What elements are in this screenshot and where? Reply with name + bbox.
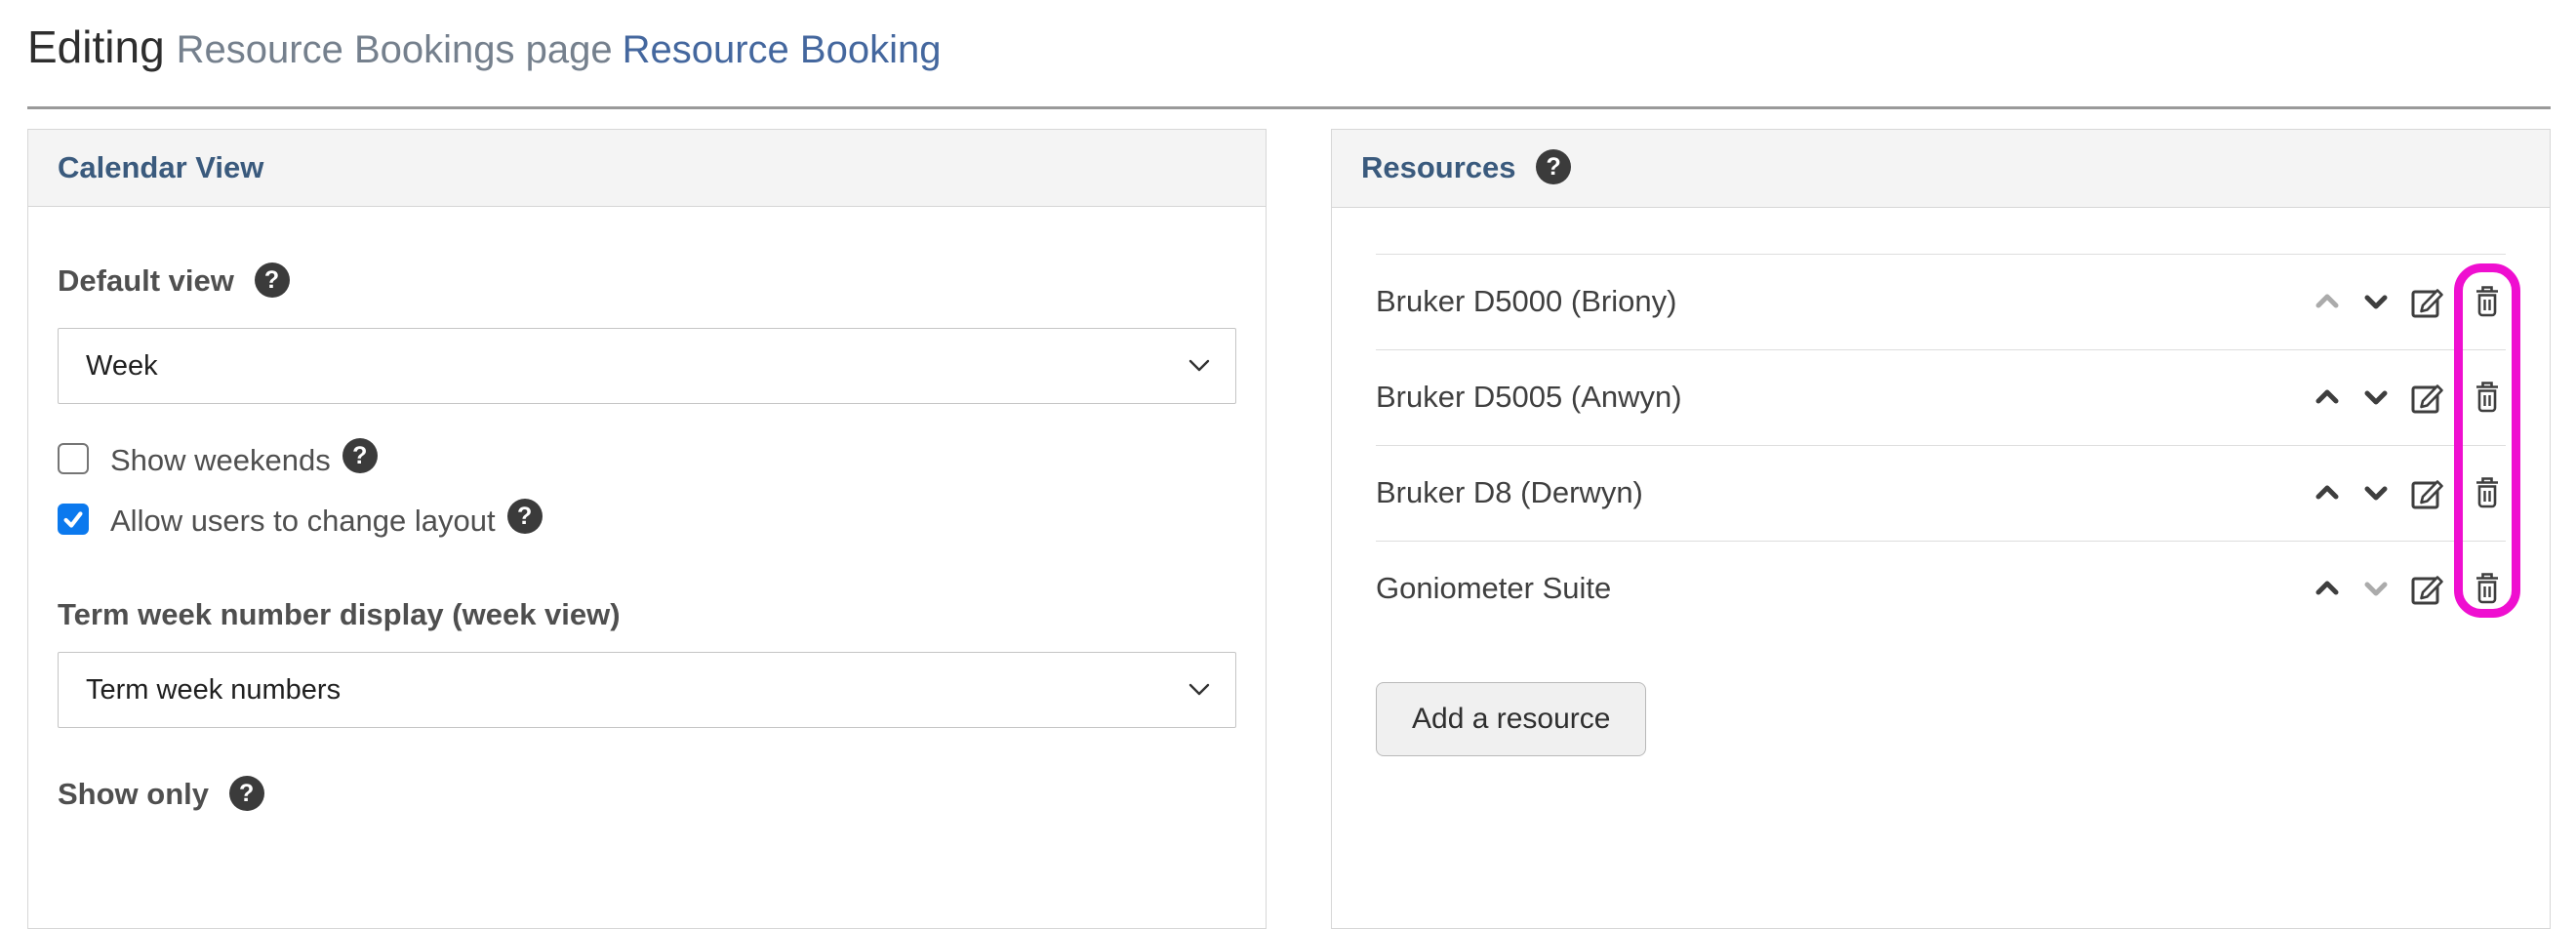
- edit-icon[interactable]: [2408, 570, 2445, 607]
- resource-name: Bruker D5000 (Briony): [1376, 284, 2311, 319]
- help-icon[interactable]: ?: [255, 263, 290, 298]
- checkmark-icon: [60, 506, 86, 532]
- allow-layout-change-row: Allow users to change layout ?: [58, 502, 1236, 541]
- allow-layout-change-checkbox[interactable]: [58, 504, 89, 535]
- help-icon[interactable]: ?: [1536, 149, 1571, 184]
- default-view-label: Default view ?: [58, 262, 1236, 301]
- resource-actions: [2311, 570, 2506, 607]
- delete-icon[interactable]: [2469, 379, 2506, 416]
- resource-row: Bruker D8 (Derwyn): [1376, 445, 2506, 541]
- resource-row: Bruker D5005 (Anwyn): [1376, 349, 2506, 445]
- delete-icon[interactable]: [2469, 474, 2506, 511]
- help-icon[interactable]: ?: [342, 438, 378, 473]
- show-only-label: Show only ?: [58, 775, 1236, 814]
- calendar-view-panel: Calendar View Default view ? Week: [27, 129, 1267, 929]
- resource-row: Goniometer Suite: [1376, 541, 2506, 636]
- show-weekends-label: Show weekends: [110, 441, 331, 480]
- page: Editing Resource Bookings pageResource Bo…: [0, 0, 2576, 929]
- add-resource-button[interactable]: Add a resource: [1376, 682, 1646, 756]
- show-weekends-row: Show weekends ?: [58, 441, 1236, 480]
- page-title-context: Resource Bookings page: [177, 28, 613, 71]
- page-title-editing: Editing: [27, 21, 165, 72]
- resources-panel-title: Resources: [1361, 150, 1516, 184]
- resource-row: Bruker D5000 (Briony): [1376, 254, 2506, 349]
- edit-icon[interactable]: [2408, 283, 2445, 320]
- resource-name: Bruker D5005 (Anwyn): [1376, 380, 2311, 415]
- delete-icon[interactable]: [2469, 570, 2506, 607]
- calendar-view-panel-header: Calendar View: [28, 130, 1266, 207]
- resources-list: Bruker D5000 (Briony): [1376, 254, 2506, 636]
- move-up-icon[interactable]: [2311, 381, 2344, 414]
- resource-name: Bruker D8 (Derwyn): [1376, 475, 2311, 510]
- move-up-icon[interactable]: [2311, 285, 2344, 318]
- resource-actions: [2311, 379, 2506, 416]
- help-icon[interactable]: ?: [507, 499, 543, 534]
- default-view-label-text: Default view: [58, 263, 234, 298]
- chevron-down-icon: [1188, 359, 1210, 373]
- default-view-select-value: Week: [86, 350, 158, 383]
- move-down-icon[interactable]: [2359, 285, 2393, 318]
- resource-actions: [2311, 283, 2506, 320]
- chevron-down-icon: [1188, 683, 1210, 697]
- title-divider: [27, 106, 2551, 109]
- delete-icon[interactable]: [2469, 283, 2506, 320]
- resource-name: Goniometer Suite: [1376, 571, 2311, 606]
- move-down-icon[interactable]: [2359, 572, 2393, 605]
- resources-panel-body: Bruker D5000 (Briony): [1332, 254, 2550, 795]
- resources-panel-header: Resources ?: [1332, 130, 2550, 208]
- move-down-icon[interactable]: [2359, 476, 2393, 509]
- move-down-icon[interactable]: [2359, 381, 2393, 414]
- calendar-view-panel-body: Default view ? Week Show weekends: [28, 262, 1266, 853]
- edit-icon[interactable]: [2408, 379, 2445, 416]
- allow-layout-change-label: Allow users to change layout: [110, 502, 496, 541]
- move-up-icon[interactable]: [2311, 572, 2344, 605]
- show-only-label-text: Show only: [58, 777, 209, 811]
- term-week-select[interactable]: Term week numbers: [58, 652, 1236, 728]
- page-title-link[interactable]: Resource Booking: [623, 28, 942, 71]
- term-week-label: Term week number display (week view): [58, 595, 1236, 634]
- help-icon[interactable]: ?: [229, 776, 264, 811]
- panels-container: Calendar View Default view ? Week: [27, 129, 2551, 929]
- page-title: Editing Resource Bookings pageResource Bo…: [27, 18, 2551, 81]
- move-up-icon[interactable]: [2311, 476, 2344, 509]
- term-week-select-value: Term week numbers: [86, 674, 341, 707]
- edit-icon[interactable]: [2408, 474, 2445, 511]
- show-weekends-checkbox[interactable]: [58, 443, 89, 474]
- resource-actions: [2311, 474, 2506, 511]
- resources-panel: Resources ? Bruker D5000 (Briony): [1331, 129, 2551, 929]
- default-view-select[interactable]: Week: [58, 328, 1236, 404]
